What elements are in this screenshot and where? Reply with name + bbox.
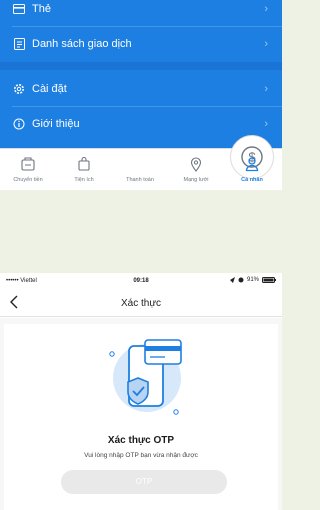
transfer-icon [21, 157, 35, 171]
otp-security-illustration [109, 339, 182, 415]
transaction-list-icon [12, 37, 26, 51]
menu-item-label: Danh sách giao dịch [32, 38, 132, 50]
menu-item-transactions[interactable]: Danh sách giao dịch › [0, 27, 282, 61]
page-title: Xác thực [120, 298, 162, 309]
section-gap [0, 62, 282, 70]
shopping-bag-icon [78, 156, 90, 171]
tab-label: Cá nhân [241, 177, 263, 183]
status-bar: •••••• Viettel 09:18 91% [0, 273, 282, 289]
info-icon [12, 117, 26, 131]
chevron-right-icon: › [264, 83, 268, 95]
tab-payment[interactable]: $ Thanh toán [112, 135, 274, 190]
profile-menu-screen: Thẻ › Danh sách giao dịch › Cài đặt › Gi… [0, 0, 282, 190]
tab-utilities[interactable]: Tiện ích [56, 149, 112, 190]
menu-item-card[interactable]: Thẻ › [0, 0, 282, 26]
otp-button[interactable]: OTP [61, 470, 227, 494]
menu-item-label: Cài đặt [32, 83, 67, 95]
menu-item-label: Giới thiệu [32, 118, 80, 130]
otp-card: Xác thực OTP Vui lòng nhập OTP bạn vừa n… [4, 324, 278, 510]
otp-instruction: Vui lòng nhập OTP bạn vừa nhận được [84, 452, 198, 459]
card-icon [12, 2, 26, 16]
menu-item-settings[interactable]: Cài đặt › [0, 72, 282, 106]
tab-network[interactable]: Mạng lưới [168, 149, 224, 190]
chevron-right-icon: › [264, 118, 268, 130]
status-right: 91% [229, 277, 276, 283]
battery-percent: 91% [246, 277, 259, 283]
menu-item-about[interactable]: Giới thiệu › [0, 107, 282, 141]
battery-icon [262, 277, 276, 283]
otp-verification-screen: •••••• Viettel 09:18 91% Xác thực Xác th… [0, 273, 282, 510]
tab-profile[interactable]: Cá nhân [224, 149, 280, 190]
tab-label: Thanh toán [126, 177, 154, 183]
chevron-right-icon: › [264, 38, 268, 50]
location-pin-icon [190, 157, 202, 172]
tab-label: Mạng lưới [183, 177, 209, 183]
tab-label: Tiện ích [74, 177, 94, 183]
alarm-icon [238, 277, 244, 283]
location-arrow-icon [229, 277, 235, 283]
chevron-right-icon: › [264, 3, 268, 15]
tab-transfer[interactable]: Chuyển tiền [0, 149, 56, 190]
person-icon [245, 157, 259, 172]
navigation-bar: Xác thực [0, 289, 282, 317]
bottom-tab-bar: Chuyển tiền Tiện ích $ Thanh toán Mạng l… [0, 135, 282, 190]
gear-icon [12, 82, 26, 96]
tab-label: Chuyển tiền [13, 177, 43, 183]
menu-item-label: Thẻ [32, 3, 51, 15]
otp-heading: Xác thực OTP [107, 435, 175, 446]
